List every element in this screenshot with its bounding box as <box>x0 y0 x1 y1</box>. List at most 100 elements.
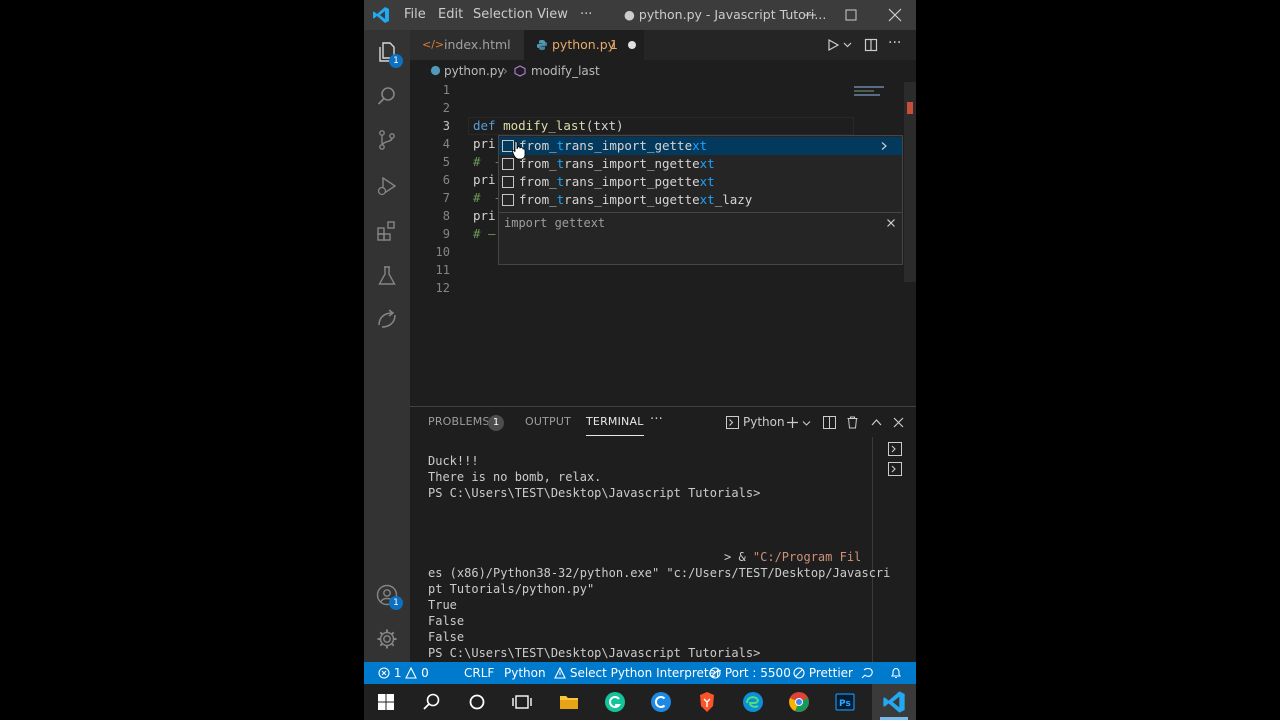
terminal-line: pt Tutorials/python.py" <box>428 582 595 596</box>
suggestion-item[interactable]: from_trans_import_ngettext <box>499 155 902 173</box>
taskbar-active-item[interactable] <box>872 684 916 720</box>
tab-terminal[interactable]: TERMINAL <box>586 415 644 436</box>
edge-browser-icon[interactable] <box>741 690 765 714</box>
new-terminal-plus-icon[interactable] <box>786 416 799 429</box>
run-debug-icon[interactable] <box>375 174 399 198</box>
python-file-icon <box>430 65 441 76</box>
trash-icon[interactable] <box>846 416 859 429</box>
no-entry-icon <box>793 667 805 679</box>
manage-gear-icon[interactable] <box>375 627 399 651</box>
brave-browser-icon[interactable] <box>695 690 719 714</box>
line-number: 1 <box>442 83 450 97</box>
suggestion-item[interactable]: from_trans_import_pgettext <box>499 173 902 191</box>
terminal-shell-label[interactable]: Python <box>743 415 785 429</box>
tab-index-html[interactable]: </> index.html <box>410 30 524 60</box>
photoshop-icon[interactable]: Ps <box>833 690 857 714</box>
minimize-icon[interactable] <box>799 4 821 26</box>
code-line-3: def modify_last(txt) <box>473 118 624 133</box>
menu-file[interactable]: File <box>404 7 426 22</box>
chevron-right-icon[interactable] <box>879 141 889 151</box>
terminal-line: > & "C:/Program Fil <box>724 550 862 564</box>
bottom-panel: PROBLEMS 1 OUTPUT TERMINAL ··· Python Du… <box>410 406 916 663</box>
menu-more[interactable]: ··· <box>580 7 592 22</box>
terminal-line: There is no bomb, relax. <box>428 470 602 484</box>
source-control-icon[interactable] <box>375 128 399 152</box>
tab-python-py[interactable]: python.py 1 <box>524 30 644 60</box>
warning-icon <box>554 666 566 679</box>
terminal-line: True <box>428 598 457 612</box>
task-view-icon[interactable] <box>510 690 534 714</box>
menu-edit[interactable]: Edit <box>438 7 463 22</box>
menu-view[interactable]: View <box>537 7 568 22</box>
close-icon[interactable] <box>884 4 906 26</box>
line-number: 6 <box>442 173 450 187</box>
terminal-prompt[interactable]: PS C:\Users\TEST\Desktop\Javascript Tuto… <box>428 646 760 660</box>
cortana-c-icon[interactable] <box>649 690 673 714</box>
windows-start-icon[interactable] <box>374 690 398 714</box>
tab-label: python.py <box>552 37 616 52</box>
terminal-instance-icon[interactable] <box>888 462 902 476</box>
language-status[interactable]: Python <box>504 662 546 684</box>
suggestion-item[interactable]: from_trans_import_gettext <box>499 137 902 155</box>
close-panel-icon[interactable] <box>892 416 905 429</box>
chevron-down-icon[interactable] <box>802 419 811 428</box>
close-details-icon[interactable] <box>886 218 896 228</box>
unsaved-dot-icon[interactable] <box>628 41 636 49</box>
extensions-icon[interactable] <box>375 219 399 243</box>
terminal-shell-icon <box>726 416 739 429</box>
terminal-line: Duck!!! <box>428 454 479 468</box>
suggest-widget: from_trans_import_gettext from_trans_imp… <box>498 135 903 265</box>
testing-icon[interactable] <box>375 264 399 288</box>
tab-problems[interactable]: PROBLEMS <box>428 415 490 428</box>
run-file-icon[interactable] <box>826 38 840 52</box>
breadcrumb-symbol[interactable]: modify_last <box>531 60 600 82</box>
prettier-status[interactable]: Prettier <box>793 662 853 684</box>
warning-icon <box>405 666 418 679</box>
terminal-line: es (x86)/Python38-32/python.exe" "c:/Use… <box>428 566 891 580</box>
chevron-down-icon[interactable] <box>843 40 852 49</box>
status-bar: 1 0 CRLF Python Select Python Interprete… <box>364 662 916 684</box>
error-icon <box>378 667 390 679</box>
chrome-browser-icon[interactable] <box>787 690 811 714</box>
terminal-line: False <box>428 630 465 644</box>
grammarly-icon[interactable] <box>603 690 627 714</box>
file-explorer-icon[interactable] <box>557 690 581 714</box>
feedback-icon[interactable] <box>861 667 873 679</box>
line-number: 5 <box>442 155 450 169</box>
split-editor-icon[interactable] <box>864 38 878 52</box>
live-server-status[interactable]: Port : 5500 <box>709 662 791 684</box>
maximize-icon[interactable] <box>840 4 862 26</box>
terminal-instance-icon[interactable] <box>888 442 902 456</box>
mouse-cursor-icon <box>512 140 526 160</box>
panel-more-icon[interactable]: ··· <box>650 412 663 427</box>
problems-status[interactable]: 1 0 <box>378 662 429 684</box>
more-actions-icon[interactable]: ··· <box>888 35 901 51</box>
minimap[interactable] <box>854 82 902 100</box>
windows-taskbar: Ps <box>364 684 916 720</box>
no-entry-icon <box>709 667 721 679</box>
cortana-icon[interactable] <box>465 690 489 714</box>
search-icon[interactable] <box>375 84 399 108</box>
interpreter-status[interactable]: Select Python Interpreter <box>554 662 721 684</box>
bell-icon[interactable] <box>890 667 902 679</box>
vscode-taskbar-icon <box>883 691 905 713</box>
explorer-badge: 1 <box>389 54 403 68</box>
eol-status[interactable]: CRLF <box>464 662 494 684</box>
remote-explorer-icon[interactable] <box>375 308 399 332</box>
taskbar-search-icon[interactable] <box>420 690 444 714</box>
suggestion-details: import gettext <box>499 212 902 264</box>
title-bar: File Edit Selection View ··· ● python.py… <box>364 0 916 30</box>
tab-output[interactable]: OUTPUT <box>525 415 571 428</box>
tab-label: index.html <box>444 37 511 52</box>
split-terminal-icon[interactable] <box>823 416 836 429</box>
breadcrumb-file[interactable]: python.py <box>444 60 505 82</box>
editor-tabs: </> index.html python.py 1 ··· <box>410 30 916 60</box>
maximize-panel-chevron-up-icon[interactable] <box>870 416 883 429</box>
line-number: 3 <box>442 119 450 133</box>
suggestion-item[interactable]: from_trans_import_ugettext_lazy <box>499 191 902 209</box>
line-number: 12 <box>435 281 450 295</box>
line-number: 7 <box>442 191 450 205</box>
menu-selection[interactable]: Selection <box>473 7 533 22</box>
suggestion-detail-text: import gettext <box>504 216 606 230</box>
breadcrumb: python.py › modify_last <box>410 60 916 82</box>
